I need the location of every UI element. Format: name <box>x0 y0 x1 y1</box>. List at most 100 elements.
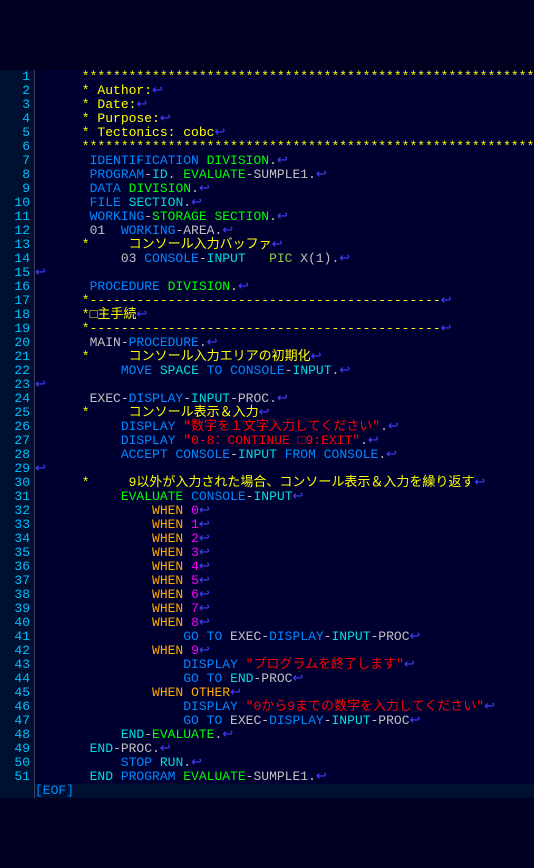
token: 1 <box>191 517 199 532</box>
token <box>238 699 246 714</box>
code-line[interactable]: ****************************************… <box>35 140 534 154</box>
code-line[interactable]: * Purpose:↩ <box>35 112 534 126</box>
token: * コンソール入力エリアの初期化 <box>35 349 311 364</box>
code-line[interactable]: IDENTIFICATION DIVISION.↩ <box>35 154 534 168</box>
code-line[interactable]: ****************************************… <box>35 70 534 84</box>
token <box>35 629 183 644</box>
code-line[interactable]: DISPLAY "プログラムを終了します"↩ <box>35 658 534 672</box>
code-line[interactable]: * Tectonics: cobc↩ <box>35 126 534 140</box>
token: EVALUATE <box>152 727 214 742</box>
code-line[interactable]: 03 CONSOLE-INPUT PIC X(1).↩ <box>35 252 534 266</box>
code-line[interactable]: WHEN 7↩ <box>35 602 534 616</box>
code-line[interactable]: GO TO EXEC-DISPLAY-INPUT-PROC↩ <box>35 714 534 728</box>
token: . <box>230 279 238 294</box>
code-line[interactable]: FILE SECTION.↩ <box>35 196 534 210</box>
token <box>35 363 121 378</box>
line-break-icon: ↩ <box>441 321 452 336</box>
code-line[interactable]: *□主手続↩ <box>35 308 534 322</box>
code-line[interactable]: 01 WORKING-AREA.↩ <box>35 224 534 238</box>
code-line[interactable]: WHEN 9↩ <box>35 644 534 658</box>
code-line[interactable]: WHEN 2↩ <box>35 532 534 546</box>
code-line[interactable]: ACCEPT CONSOLE-INPUT FROM CONSOLE.↩ <box>35 448 534 462</box>
code-line[interactable]: *---------------------------------------… <box>35 294 534 308</box>
code-line[interactable]: WHEN 4↩ <box>35 560 534 574</box>
code-line[interactable]: DISPLAY "0-8：CONTINUE □9:EXIT".↩ <box>35 434 534 448</box>
token: RUN <box>160 755 183 770</box>
token: PROGRAM <box>121 769 176 784</box>
code-line[interactable]: * Author:↩ <box>35 84 534 98</box>
line-break-icon: ↩ <box>404 657 415 672</box>
code-line[interactable]: WHEN 0↩ <box>35 504 534 518</box>
line-number: 1 <box>0 70 30 84</box>
token: DIVISION <box>168 279 230 294</box>
code-line[interactable]: ↩ <box>35 266 534 280</box>
code-line[interactable]: ↩ <box>35 378 534 392</box>
code-line[interactable]: ↩ <box>35 462 534 476</box>
code-line[interactable]: WHEN 5↩ <box>35 574 534 588</box>
code-line[interactable]: EVALUATE CONSOLE-INPUT↩ <box>35 490 534 504</box>
token: EXEC- <box>222 713 269 728</box>
token: SECTION <box>129 195 184 210</box>
line-break-icon: ↩ <box>199 531 210 546</box>
line-number: 25 <box>0 406 30 420</box>
token <box>160 279 168 294</box>
code-line[interactable]: PROCEDURE DIVISION.↩ <box>35 280 534 294</box>
line-break-icon: ↩ <box>277 153 288 168</box>
token: WHEN <box>152 545 183 560</box>
token <box>121 195 129 210</box>
code-line[interactable]: EXEC-DISPLAY-INPUT-PROC.↩ <box>35 392 534 406</box>
code-line[interactable]: WHEN 6↩ <box>35 588 534 602</box>
token: - <box>285 363 293 378</box>
code-line[interactable]: END-PROC.↩ <box>35 742 534 756</box>
code-line[interactable]: MOVE SPACE TO CONSOLE-INPUT.↩ <box>35 364 534 378</box>
line-number: 49 <box>0 742 30 756</box>
code-line[interactable]: DATA DIVISION.↩ <box>35 182 534 196</box>
token <box>35 573 152 588</box>
code-line[interactable]: WHEN 8↩ <box>35 616 534 630</box>
code-line[interactable]: STOP RUN.↩ <box>35 756 534 770</box>
line-number: 32 <box>0 504 30 518</box>
line-break-icon: ↩ <box>152 83 163 98</box>
code-line[interactable]: PROGRAM-ID. EVALUATE-SUMPLE1.↩ <box>35 168 534 182</box>
line-number: 45 <box>0 686 30 700</box>
code-line[interactable]: DISPLAY "数字を１文字入力してください".↩ <box>35 420 534 434</box>
line-number: 28 <box>0 448 30 462</box>
token: WHEN <box>152 615 183 630</box>
code-line[interactable]: WHEN 3↩ <box>35 546 534 560</box>
code-line[interactable]: DISPLAY "0から9までの数字を入力してください"↩ <box>35 700 534 714</box>
token: - <box>230 447 238 462</box>
code-line[interactable]: END PROGRAM EVALUATE-SUMPLE1.↩ <box>35 770 534 784</box>
code-line[interactable]: WHEN 1↩ <box>35 518 534 532</box>
token: DATA <box>90 181 121 196</box>
token <box>35 489 121 504</box>
code-line[interactable]: * コンソール入力エリアの初期化↩ <box>35 350 534 364</box>
line-break-icon: ↩ <box>292 671 303 686</box>
code-line[interactable]: GO TO END-PROC↩ <box>35 672 534 686</box>
line-break-icon: ↩ <box>136 97 147 112</box>
line-number: 40 <box>0 616 30 630</box>
line-break-icon: ↩ <box>316 769 327 784</box>
line-break-icon: ↩ <box>160 111 171 126</box>
token: STOP <box>121 755 152 770</box>
code-line[interactable]: *---------------------------------------… <box>35 322 534 336</box>
token: GO TO <box>183 713 222 728</box>
token <box>35 209 90 224</box>
code-line[interactable]: END-EVALUATE.↩ <box>35 728 534 742</box>
token <box>152 363 160 378</box>
code-line[interactable]: WHEN OTHER↩ <box>35 686 534 700</box>
token <box>277 447 285 462</box>
code-line[interactable]: WORKING-STORAGE SECTION.↩ <box>35 210 534 224</box>
code-line[interactable]: * Date:↩ <box>35 98 534 112</box>
code-line[interactable]: * コンソール入力バッファ↩ <box>35 238 534 252</box>
code-line[interactable]: * 9以外が入力された場合、コンソール表示＆入力を繰り返す↩ <box>35 476 534 490</box>
token: SPACE <box>160 363 199 378</box>
token: - <box>144 727 152 742</box>
code-line[interactable]: GO TO EXEC-DISPLAY-INPUT-PROC↩ <box>35 630 534 644</box>
token <box>183 685 191 700</box>
code-line[interactable]: MAIN-PROCEDURE.↩ <box>35 336 534 350</box>
token: CONSOLE <box>144 251 199 266</box>
code-area[interactable]: ****************************************… <box>35 70 534 798</box>
token: - <box>144 167 152 182</box>
token: DISPLAY <box>183 699 238 714</box>
code-line[interactable]: * コンソール表示＆入力↩ <box>35 406 534 420</box>
